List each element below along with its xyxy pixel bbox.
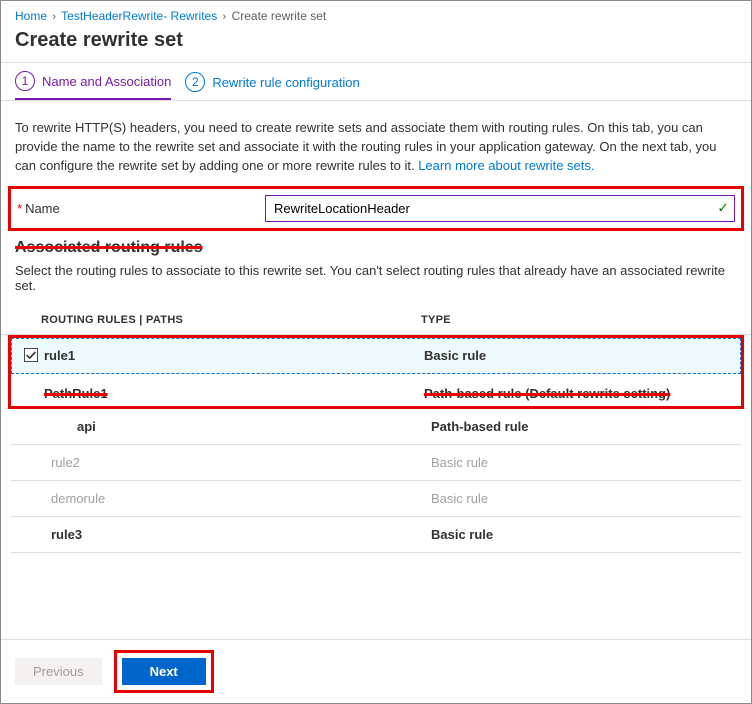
step-number-icon: 1 bbox=[15, 71, 35, 91]
rule-name: rule2 bbox=[51, 455, 431, 470]
table-row[interactable]: rule3 Basic rule bbox=[11, 517, 741, 553]
rule-name: rule3 bbox=[51, 527, 431, 542]
description-text: To rewrite HTTP(S) headers, you need to … bbox=[1, 111, 751, 182]
tab-name-association[interactable]: 1 Name and Association bbox=[15, 71, 171, 100]
table-row[interactable]: api Path-based rule bbox=[11, 409, 741, 445]
breadcrumb-parent[interactable]: TestHeaderRewrite- Rewrites bbox=[61, 9, 217, 23]
rule-name: demorule bbox=[51, 491, 431, 506]
wizard-tabs: 1 Name and Association 2 Rewrite rule co… bbox=[1, 63, 751, 100]
rule-name: api bbox=[51, 419, 431, 434]
tab-label: Rewrite rule configuration bbox=[212, 75, 359, 90]
table-header: ROUTING RULES | PATHS TYPE bbox=[1, 307, 751, 335]
rule-name: rule1 bbox=[44, 348, 424, 363]
rule-type: Path-based rule bbox=[431, 419, 734, 434]
table-row: rule2 Basic rule bbox=[11, 445, 741, 481]
name-field-label: *Name bbox=[17, 201, 265, 216]
checkmark-icon: ✓ bbox=[717, 200, 729, 217]
highlight-next: Next bbox=[114, 650, 214, 693]
associated-rules-heading: Associated routing rules bbox=[15, 239, 737, 257]
label-text: Name bbox=[25, 201, 60, 216]
next-button[interactable]: Next bbox=[122, 658, 206, 685]
breadcrumb-home[interactable]: Home bbox=[15, 9, 47, 23]
chevron-right-icon: › bbox=[221, 11, 229, 23]
name-input[interactable] bbox=[265, 195, 735, 222]
rule-type: Path-based rule (Default rewrite setting… bbox=[424, 386, 734, 401]
rule-type: Basic rule bbox=[431, 527, 734, 542]
table-row[interactable]: rule1 Basic rule bbox=[11, 338, 741, 374]
tab-label: Name and Association bbox=[42, 74, 171, 89]
tab-rewrite-rule-config[interactable]: 2 Rewrite rule configuration bbox=[185, 72, 359, 99]
column-header-rules: ROUTING RULES | PATHS bbox=[41, 314, 421, 326]
learn-more-link[interactable]: Learn more about rewrite sets. bbox=[418, 158, 594, 173]
table-row[interactable]: PathRule1 Path-based rule (Default rewri… bbox=[11, 382, 741, 406]
step-number-icon: 2 bbox=[185, 72, 205, 92]
page-title: Create rewrite set bbox=[1, 27, 751, 58]
divider bbox=[1, 100, 751, 101]
breadcrumb: Home › TestHeaderRewrite- Rewrites › Cre… bbox=[1, 1, 751, 27]
breadcrumb-current: Create rewrite set bbox=[232, 9, 327, 23]
checkbox-checked-icon[interactable] bbox=[24, 348, 44, 362]
rule-type: Basic rule bbox=[431, 455, 734, 470]
highlight-selected-rule: rule1 Basic rule PathRule1 Path-based ru… bbox=[8, 335, 744, 409]
description-body: To rewrite HTTP(S) headers, you need to … bbox=[15, 120, 716, 173]
table-row: demorule Basic rule bbox=[11, 481, 741, 517]
chevron-right-icon: › bbox=[50, 11, 58, 23]
required-icon: * bbox=[17, 201, 22, 216]
rule-type: Basic rule bbox=[431, 491, 734, 506]
rule-type: Basic rule bbox=[424, 348, 734, 363]
rule-name: PathRule1 bbox=[44, 386, 424, 401]
column-header-type: TYPE bbox=[421, 314, 737, 326]
highlight-name-field: *Name ✓ bbox=[8, 186, 744, 231]
previous-button[interactable]: Previous bbox=[15, 658, 102, 685]
associated-rules-description: Select the routing rules to associate to… bbox=[1, 259, 751, 307]
wizard-footer: Previous Next bbox=[1, 639, 751, 703]
